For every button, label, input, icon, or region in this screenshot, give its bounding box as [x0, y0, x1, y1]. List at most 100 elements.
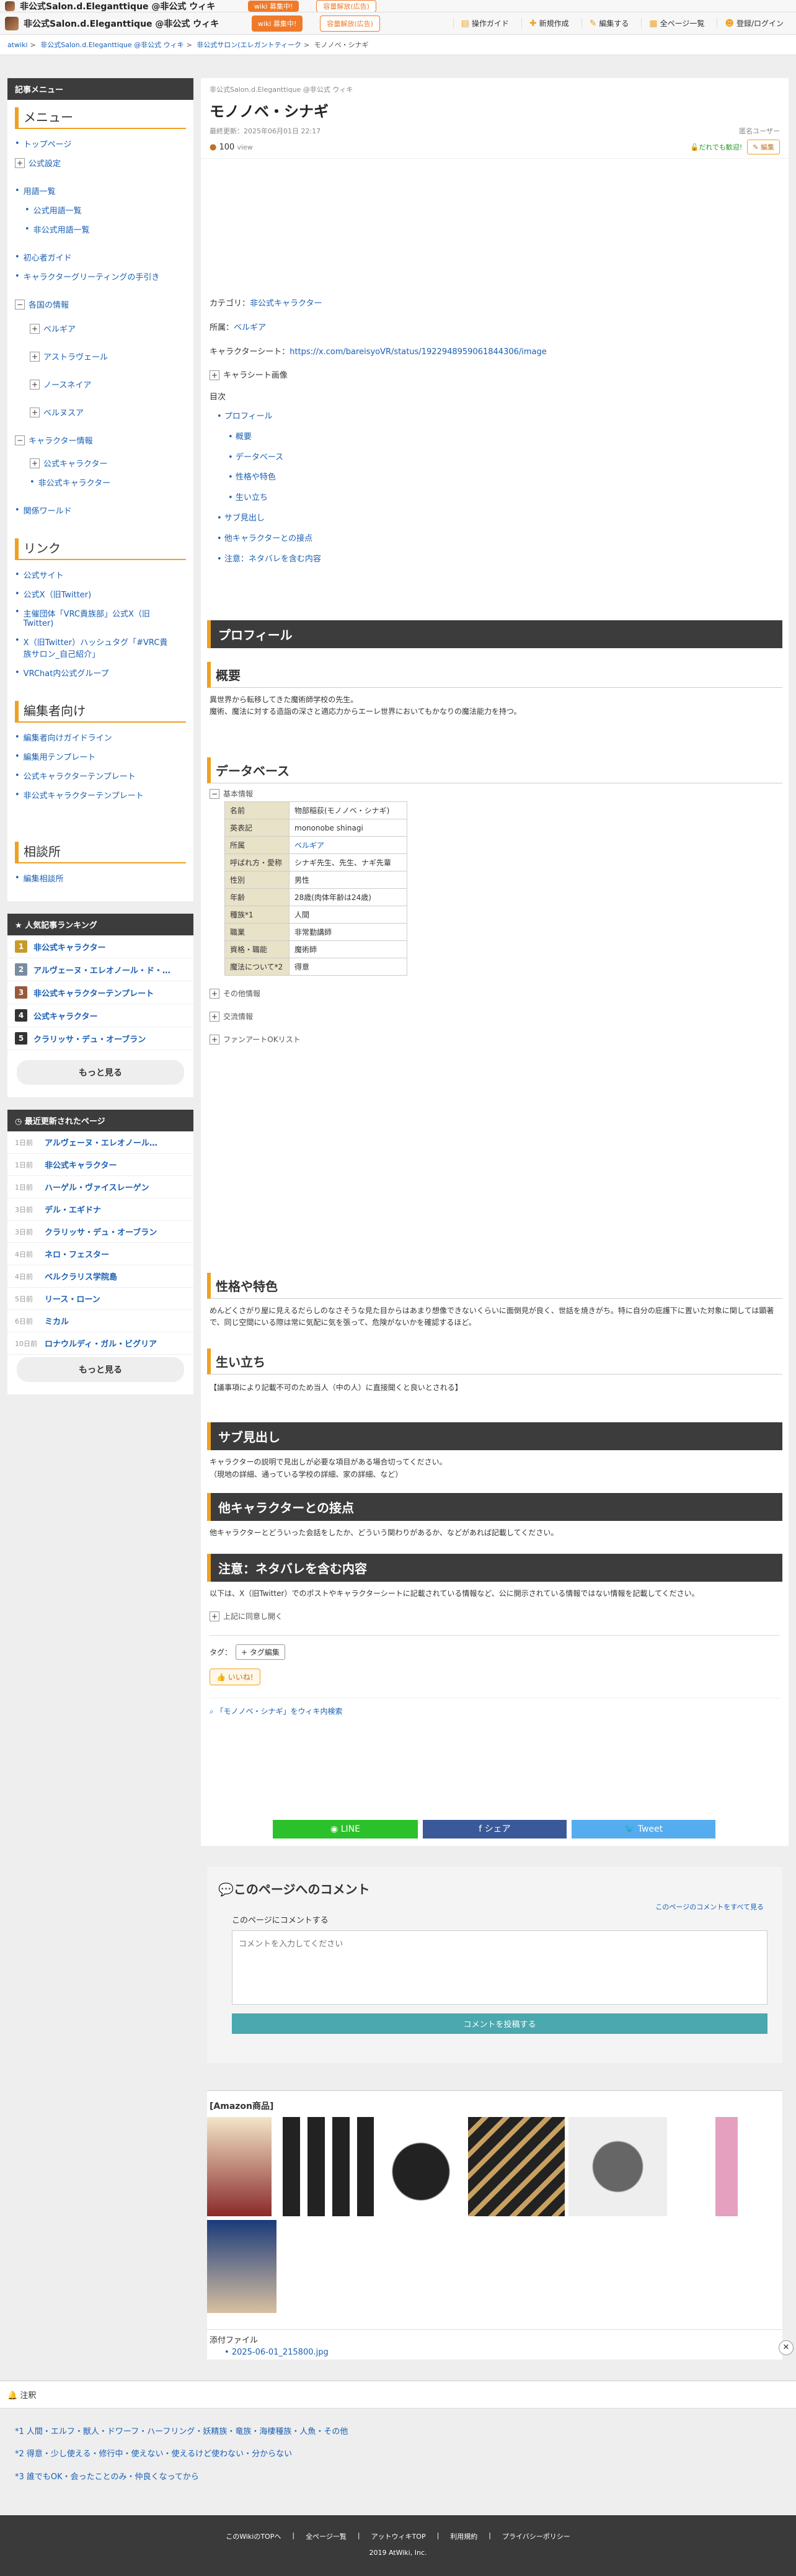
menu-item-characters[interactable]: − キャラクター情報 [15, 430, 186, 450]
product-image[interactable] [207, 2117, 272, 2216]
collapse-toggle-icon[interactable]: − [210, 789, 219, 800]
sheet-link[interactable]: https://x.com/bareisyoVR/status/19229489… [290, 347, 547, 357]
expand-toggle-icon[interactable]: + [210, 989, 219, 999]
collapse-toggle-icon[interactable]: − [15, 435, 25, 445]
footer-link[interactable]: このWikiのTOPへ [226, 2531, 281, 2541]
update-link[interactable]: クラリッサ・デュ・オーブラン [45, 1226, 157, 1237]
collapse-toggle-icon[interactable]: − [15, 299, 25, 310]
menu-item-astraveil[interactable]: + アストラヴェール [15, 347, 186, 366]
upgrade-button-main[interactable]: 容量解放(広告) [320, 15, 380, 32]
toc-item[interactable]: • 注意：ネタバレを含む内容 [210, 550, 780, 570]
expand-toggle-icon[interactable]: + [210, 1012, 219, 1022]
all-pages-link[interactable]: ▦ 全ページ一覧 [641, 18, 712, 29]
ranking-item[interactable]: 2 アルヴェーヌ・エレオノール・ド・… [7, 958, 193, 981]
expand-toggle-icon[interactable]: + [210, 1611, 219, 1621]
update-link[interactable]: ネロ・フェスター [45, 1248, 109, 1260]
link-official-x[interactable]: • 公式X（旧Twitter) [15, 584, 186, 604]
official-template-link[interactable]: • 公式キャラクターテンプレート [15, 766, 186, 785]
link-vrchat-group[interactable]: • VRChat内公式グループ [15, 663, 186, 682]
comment-input[interactable] [232, 1930, 767, 2005]
product-image[interactable] [275, 2117, 374, 2216]
product-image[interactable] [671, 2117, 782, 2216]
expand-toggle-icon[interactable]: + [30, 379, 40, 390]
menu-item-northneia[interactable]: + ノースネイア [15, 375, 186, 394]
all-comments-link[interactable]: このページのコメントをすべて見る [655, 1902, 764, 1912]
edit-button[interactable]: ✎ 編集 [747, 140, 780, 154]
attachment-item[interactable]: • 2025-06-01_215800.jpg [207, 2345, 782, 2360]
expand-toggle-icon[interactable]: + [30, 323, 40, 334]
product-image[interactable] [568, 2117, 668, 2216]
ranking-item[interactable]: 1 非公式キャラクター [7, 935, 193, 958]
ranking-item[interactable]: 3 非公式キャラクターテンプレート [7, 981, 193, 1004]
breadcrumb-link[interactable]: 非公式Salon.d.Eleganttique @非公式 ウィキ [40, 41, 184, 49]
menu-item-top[interactable]: • トップページ [15, 134, 186, 153]
close-icon[interactable]: ✕ [779, 2340, 794, 2355]
site-title[interactable]: 非公式Salon.d.Eleganttique @非公式 ウィキ [20, 0, 243, 12]
recent-update-item[interactable]: 4日前 ネロ・フェスター [7, 1243, 193, 1265]
footer-link[interactable]: 利用規約 [450, 2531, 477, 2541]
link-official-site[interactable]: • 公式サイト [15, 565, 186, 584]
update-link[interactable]: ハーゲル・ヴァイスレーゲン [45, 1181, 149, 1193]
sheet-image-toggle[interactable]: + キャラシート画像 [210, 370, 780, 383]
like-button[interactable]: 👍 いいね! [210, 1668, 260, 1685]
menu-item-belgia[interactable]: + ベルギア [15, 319, 186, 338]
recent-update-item[interactable]: 10日前 ロナウルディ・ガル・ビグリア [7, 1332, 193, 1355]
consult-link[interactable]: • 編集相談所 [15, 868, 186, 888]
recent-update-item[interactable]: 3日前 デル・エギドナ [7, 1198, 193, 1221]
update-link[interactable]: ロナウルディ・ガル・ビグリア [45, 1337, 157, 1349]
link-organizer-x[interactable]: • 主催団体「VRC貴族部」公式X（旧Twitter) [15, 604, 186, 632]
editor-guideline-link[interactable]: • 編集者向けガイドライン [15, 728, 186, 747]
expand-toggle-icon[interactable]: + [30, 407, 40, 417]
toc-item[interactable]: • プロフィール [210, 407, 780, 427]
toc-item[interactable]: • 他キャラクターとの接点 [210, 529, 780, 550]
expand-toggle-icon[interactable]: + [210, 1035, 219, 1045]
twitter-share-button[interactable]: 🐦 Tweet [572, 1820, 715, 1838]
update-link[interactable]: ミカル [45, 1315, 69, 1327]
toc-item[interactable]: • 概要 [210, 427, 780, 448]
recent-update-item[interactable]: 4日前 ベルクラリス学院島 [7, 1265, 193, 1288]
edit-link[interactable]: ✎ 編集する [581, 18, 637, 29]
profile-value[interactable]: ベルギア [289, 836, 407, 855]
product-image[interactable] [378, 2117, 465, 2216]
menu-item-official-settings[interactable]: + 公式設定 [15, 153, 186, 172]
update-link[interactable]: アルヴェーヌ・エレオノール… [45, 1136, 157, 1148]
spoiler-open-toggle[interactable]: + 上記に同意し開く [201, 1605, 789, 1628]
editor-template-link[interactable]: • 編集用テンプレート [15, 747, 186, 766]
recent-update-item[interactable]: 1日前 非公式キャラクター [7, 1154, 193, 1176]
menu-item-bernusia[interactable]: + ベルヌスア [15, 403, 186, 422]
other-info-toggle[interactable]: + その他情報 [210, 988, 780, 999]
update-link[interactable]: リース・ローン [45, 1293, 100, 1304]
toc-item[interactable]: • 性格や特色 [210, 468, 780, 488]
affiliation-link[interactable]: ベルギア [234, 323, 266, 332]
ranking-item[interactable]: 5 クラリッサ・デュ・オーブラン [7, 1027, 193, 1050]
wiki-logo-icon[interactable] [5, 16, 19, 30]
menu-item-unofficial-glossary[interactable]: • 非公式用語一覧 [15, 220, 186, 239]
ranking-more-button[interactable]: もっと見る [17, 1060, 184, 1085]
toc-item[interactable]: • 生い立ち [210, 488, 780, 509]
exchange-info-toggle[interactable]: + 交流情報 [210, 1011, 780, 1022]
update-link[interactable]: ベルクラリス学院島 [45, 1270, 117, 1282]
recent-update-item[interactable]: 5日前 リース・ローン [7, 1288, 193, 1310]
menu-item-unofficial-characters[interactable]: • 非公式キャラクター [15, 473, 186, 492]
upgrade-button[interactable]: 容量解放(広告) [316, 0, 376, 12]
menu-item-glossary[interactable]: • 用語一覧 [15, 181, 186, 200]
menu-item-countries[interactable]: − 各国の情報 [15, 295, 186, 314]
wiki-recruit-button-main[interactable]: wiki 募集中! [252, 15, 303, 32]
recent-update-item[interactable]: 1日前 アルヴェーヌ・エレオノール… [7, 1131, 193, 1154]
update-link[interactable]: デル・エギドナ [45, 1203, 101, 1215]
unofficial-template-link[interactable]: • 非公式キャラクターテンプレート [15, 785, 186, 804]
line-share-button[interactable]: ◉ LINE [273, 1820, 418, 1838]
menu-item-greeting-guide[interactable]: • キャラクターグリーティングの手引き [15, 267, 186, 286]
login-link[interactable]: ☻ 登録/ログイン [717, 18, 791, 29]
recent-update-item[interactable]: 6日前 ミカル [7, 1310, 193, 1332]
breadcrumb-link[interactable]: atwiki [7, 41, 28, 49]
link-hashtag[interactable]: • X（旧Twitter）ハッシュタグ「#VRC貴族サロン_自己紹介」 [15, 632, 186, 663]
footer-link[interactable]: アットウィキTOP [371, 2531, 426, 2541]
update-link[interactable]: 非公式キャラクター [45, 1159, 117, 1170]
toc-item[interactable]: • データベース [210, 448, 780, 468]
updates-more-button[interactable]: もっと見る [17, 1357, 184, 1382]
breadcrumb-link[interactable]: 非公式サロン(エレガントティーク [197, 41, 301, 49]
menu-item-official-glossary[interactable]: • 公式用語一覧 [15, 200, 186, 220]
expand-toggle-icon[interactable]: + [30, 351, 40, 362]
ranking-item[interactable]: 4 公式キャラクター [7, 1004, 193, 1027]
